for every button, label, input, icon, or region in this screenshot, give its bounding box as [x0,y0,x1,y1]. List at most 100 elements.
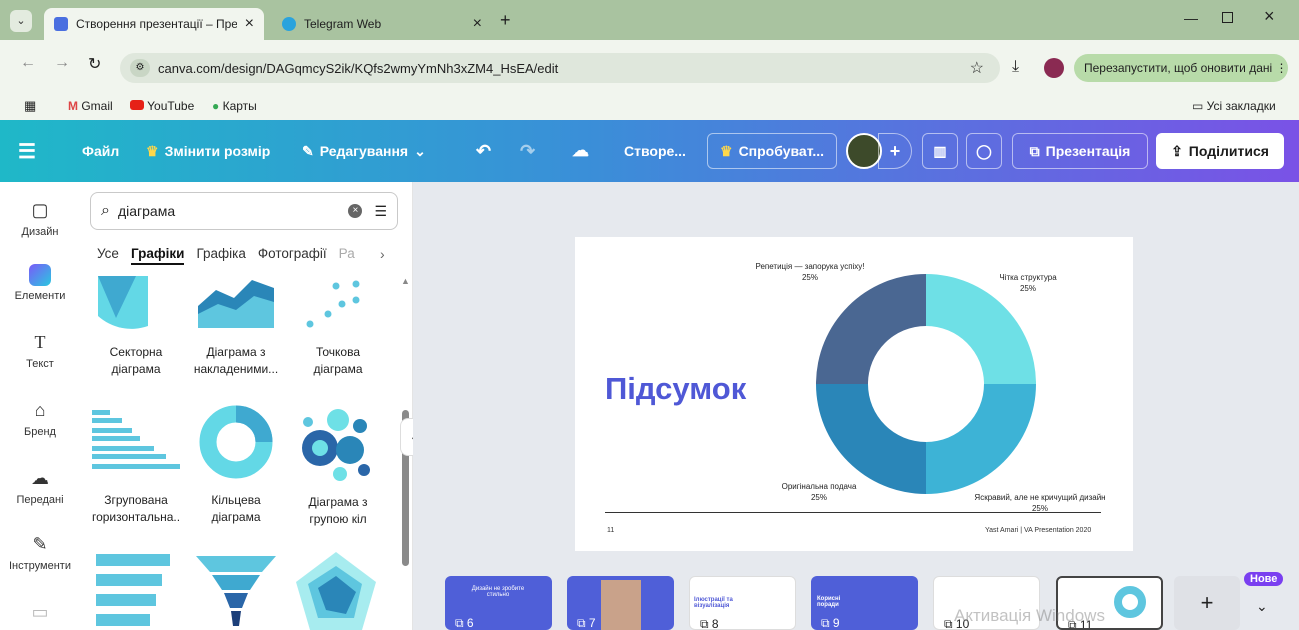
try-pro-button[interactable]: ♛ Спробуват... [707,133,837,169]
slide-title[interactable]: Підсумок [605,371,746,407]
comment-icon[interactable]: ◯ [966,133,1002,169]
donut-slice[interactable] [926,384,1036,494]
rail-text-label: Текст [26,358,54,370]
page-number: ⧉ 8 [700,617,719,630]
thumbnail-text: Корисні поради [817,596,841,608]
tab-all[interactable]: Усе [97,246,119,265]
page-thumbnail[interactable]: ⧉ 7 [567,576,674,630]
bookmark-youtube[interactable]: YouTube [130,99,194,113]
stacked-area-thumbnail[interactable] [198,276,274,328]
collaborator-avatar[interactable] [846,133,882,169]
bar-chart-thumbnail[interactable] [96,554,172,630]
rail-elements[interactable]: Елементи [0,264,80,302]
tab-close-icon[interactable]: × [245,15,254,33]
minimize-icon[interactable]: — [1184,10,1198,26]
share-label: Поділитися [1188,143,1269,159]
clear-search-icon[interactable]: × [348,204,363,218]
browser-tab-strip: ⌄ Створення презентації – През × Telegra… [0,0,1299,40]
bubble-chart-thumbnail[interactable] [298,408,374,482]
menu-icon[interactable]: ☰ [18,120,36,182]
tab-photos[interactable]: Фотографії [258,246,327,265]
rail-brand[interactable]: ⌂ Бренд [0,400,80,438]
rail-text[interactable]: T Текст [0,332,80,370]
category-tabs: Усе Графіки Графіка Фотографії Ра [97,246,355,265]
file-menu[interactable]: Файл [82,120,119,182]
search-icon: ⌕ [101,202,110,219]
slide[interactable]: Підсумок Репетиція — запорука успіху! 25%… [575,237,1133,551]
search-input[interactable]: ⌕ діаграма × ☰ [90,192,398,230]
scatter-item-label: Точкова діаграма [313,345,363,376]
bookmarks-bar: ▦ M Gmail YouTube ● Карты ▭ Усі закладки [0,92,1299,120]
funnel-thumbnail[interactable] [196,556,276,630]
url-bar[interactable]: ⚙ canva.com/design/DAGqmcyS2ik/KQfs2wmyY… [120,53,1000,83]
apps-grid-icon[interactable]: ▦ [24,98,36,114]
slide-divider [605,512,1101,513]
tab-charts[interactable]: Графіки [130,246,185,265]
tab-canva[interactable]: Створення презентації – През × [44,8,264,40]
page-thumbnail[interactable]: Дизайн не зробите стильно ⧉ 6 [445,576,552,630]
resize-button[interactable]: ♛ Змінити розмір [146,120,270,182]
redo-icon[interactable]: ↷ [520,120,535,182]
tab-telegram[interactable]: Telegram Web × [272,8,492,40]
bookmark-star-icon[interactable]: ☆ [970,58,984,78]
crown-icon: ♛ [146,142,159,159]
site-info-icon[interactable]: ⚙ [130,59,150,77]
rail-folder[interactable]: ▭ [0,602,80,628]
expand-pages-icon[interactable]: ⌄ [1256,598,1268,615]
bookmark-gmail[interactable]: M Gmail [68,99,113,113]
profile-avatar[interactable] [1044,58,1064,78]
page-thumbnail[interactable]: Корисні поради ⧉ 9 [811,576,918,630]
tab-list-button[interactable]: ⌄ [10,10,32,32]
bookmark-maps[interactable]: ● Карты [212,99,257,113]
grouped-bar-item-label: Згрупована горизонтальна.. [91,493,181,524]
donut-slice[interactable] [816,384,926,494]
tab-more[interactable]: Ра [339,246,355,265]
folder-icon: ▭ [31,602,49,622]
crown-icon: ♛ [720,142,733,159]
search-value: діаграма [117,203,176,219]
donut-chart[interactable] [813,271,1039,497]
back-icon[interactable]: ← [20,54,36,72]
thumbnail-text: Ілюстрації та візуалізація [694,597,733,609]
chart-label-bright: Яскравий, але не кричущий дизайн 25% [974,493,1106,513]
undo-icon[interactable]: ↶ [476,120,491,182]
tab-close-icon[interactable]: × [473,15,482,33]
reload-icon[interactable]: ↻ [88,54,101,74]
scroll-up-icon[interactable]: ▲ [401,276,410,286]
rail-uploads[interactable]: ☁ Передані [0,468,80,506]
donut-item-label: Кільцева діаграма [211,493,261,524]
all-bookmarks[interactable]: ▭ Усі закладки [1192,99,1276,113]
share-button[interactable]: ⇪ Поділитися [1156,133,1284,169]
maps-pin-icon: ● [212,99,220,113]
telegram-favicon-icon [282,17,296,31]
update-button[interactable]: Перезапустити, щоб оновити дані ⋮ [1074,54,1288,82]
cloud-save-icon[interactable]: ☁ [572,120,589,182]
category-next-icon[interactable]: › [380,246,385,262]
design-title[interactable]: Створе... [624,120,686,182]
page-thumbnail[interactable]: Ілюстрації та візуалізація ⧉ 8 [689,576,796,630]
rail-design[interactable]: ▢ Дизайн [0,200,80,238]
scatter-thumbnail[interactable] [302,280,366,330]
rail-tools[interactable]: ✎ Інструменти [0,534,80,572]
donut-slice[interactable] [816,274,926,384]
present-icon: ⧉ [1029,142,1040,159]
radar-chart-thumbnail[interactable] [296,552,376,630]
add-collaborator-button[interactable]: + [878,133,912,169]
close-window-icon[interactable]: × [1264,6,1275,27]
tab-graphics[interactable]: Графіка [196,246,245,265]
grouped-bar-thumbnail[interactable] [92,410,182,474]
present-button[interactable]: ⧉ Презентація [1012,133,1148,169]
page-number: ⧉ 7 [577,616,596,630]
download-icon[interactable]: ⤓ [1012,58,1019,76]
insights-icon[interactable]: ▥ [922,133,958,169]
rail-brand-label: Бренд [24,426,56,438]
new-tab-button[interactable]: + [500,10,511,31]
donut-chart-thumbnail[interactable] [199,405,273,479]
forward-icon[interactable]: → [54,54,70,72]
rail-design-label: Дизайн [21,226,59,238]
editing-menu[interactable]: ✎ Редагування ⌄ [302,120,426,182]
filter-icon[interactable]: ☰ [374,203,387,220]
add-page-button[interactable]: + [1174,576,1240,630]
restore-icon[interactable] [1222,12,1233,23]
pie-chart-thumbnail[interactable] [98,276,148,336]
